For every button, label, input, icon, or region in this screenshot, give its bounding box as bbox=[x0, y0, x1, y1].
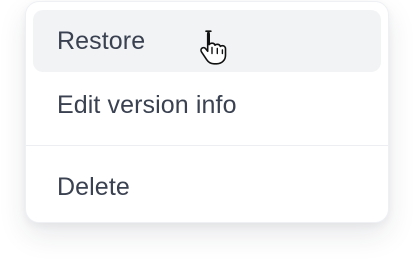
screen: Restore Edit version info Delete bbox=[0, 0, 416, 274]
edit-version-info-label: Edit version info bbox=[57, 90, 237, 119]
edit-version-info-menu-item[interactable]: Edit version info bbox=[33, 74, 381, 136]
hand-pointer-icon bbox=[200, 30, 227, 65]
delete-menu-item[interactable]: Delete bbox=[33, 156, 381, 218]
restore-label: Restore bbox=[57, 26, 146, 55]
delete-label: Delete bbox=[57, 172, 130, 201]
menu-divider bbox=[26, 145, 388, 146]
